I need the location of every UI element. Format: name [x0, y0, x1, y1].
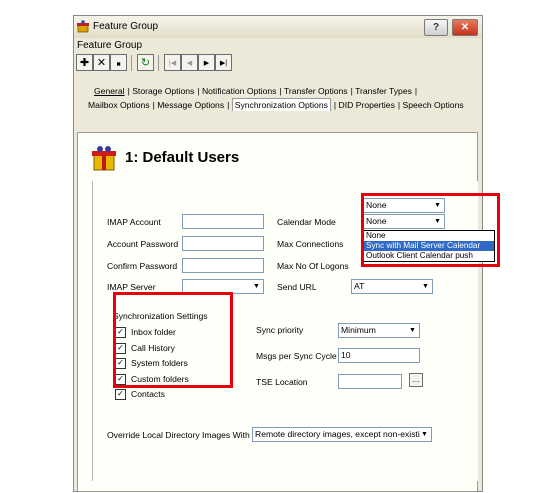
sync-priority-label: Sync priority: [256, 325, 304, 335]
close-button[interactable]: ✕: [452, 19, 478, 36]
title-bar[interactable]: Feature Group ? ✕: [74, 16, 482, 38]
calendar-mode-label: Calendar Mode: [277, 217, 336, 227]
app-icon: [77, 20, 89, 33]
tab-transfer-options[interactable]: Transfer Options: [284, 86, 348, 96]
imap-server-label: IMAP Server: [107, 282, 156, 292]
add-icon[interactable]: ✚: [76, 54, 93, 71]
max-logons-label: Max No Of Logons: [277, 261, 349, 271]
chevron-down-icon: ▼: [422, 283, 429, 290]
override-images-select[interactable]: Remote directory images, except non-exis…: [252, 427, 432, 442]
menu-label: Feature Group: [77, 40, 143, 51]
chevron-down-icon: ▼: [421, 431, 428, 438]
next-record-icon[interactable]: ▶: [198, 54, 215, 71]
contacts-label: Contacts: [131, 389, 165, 399]
window-title: Feature Group: [93, 21, 159, 32]
delete-icon[interactable]: ✕: [93, 54, 110, 71]
contacts-checkbox[interactable]: ✓: [115, 389, 126, 400]
chevron-down-icon: ▼: [253, 283, 260, 290]
toolbar-separator: [158, 55, 159, 71]
tse-location-label: TSE Location: [256, 377, 308, 387]
tab-storage-options[interactable]: Storage Options: [132, 86, 194, 96]
override-images-label: Override Local Directory Images With: [107, 430, 250, 440]
tab-did-properties[interactable]: DID Properties: [339, 100, 395, 110]
max-connections-label: Max Connections: [277, 239, 344, 249]
tab-message-options[interactable]: Message Options: [157, 100, 224, 110]
send-url-label: Send URL: [277, 282, 317, 292]
tse-location-input[interactable]: [338, 374, 402, 389]
help-button[interactable]: ?: [424, 19, 448, 36]
account-password-input[interactable]: [182, 236, 264, 251]
first-record-icon[interactable]: |◀: [164, 54, 181, 71]
confirm-password-input[interactable]: [182, 258, 264, 273]
tab-row-1: General | Storage Options | Notification O…: [94, 86, 418, 96]
sync-priority-select[interactable]: Minimum ▼: [338, 323, 420, 338]
toolbar-separator: [131, 55, 132, 71]
tab-notification-options[interactable]: Notification Options: [202, 86, 277, 96]
chevron-down-icon: ▼: [409, 327, 416, 334]
tab-mailbox-options[interactable]: Mailbox Options: [88, 100, 150, 110]
highlight-box-calendar: [361, 193, 500, 267]
browse-button[interactable]: ...: [409, 373, 423, 387]
tab-row-2: Mailbox Options | Message Options | Synchr…: [88, 98, 464, 111]
tab-synchronization-options[interactable]: Synchronization Options: [231, 98, 331, 111]
page-title: 1: Default Users: [125, 149, 240, 166]
refresh-icon[interactable]: ↻: [137, 54, 154, 71]
send-url-select[interactable]: AT ▼: [351, 279, 433, 294]
save-icon[interactable]: ▪: [110, 54, 127, 71]
highlight-box-sync: [113, 292, 233, 388]
tab-transfer-types[interactable]: Transfer Types: [355, 86, 412, 96]
confirm-password-label: Confirm Password: [107, 261, 178, 271]
msgs-per-cycle-input[interactable]: 10: [338, 348, 420, 363]
gift-users-icon: [92, 146, 116, 171]
account-password-label: Account Password: [107, 239, 179, 249]
imap-account-label: IMAP Account: [107, 217, 161, 227]
tab-general[interactable]: General: [94, 86, 125, 96]
prev-record-icon[interactable]: ◀: [181, 54, 198, 71]
tab-speech-options[interactable]: Speech Options: [403, 100, 464, 110]
imap-account-input[interactable]: [182, 214, 264, 229]
last-record-icon[interactable]: ▶|: [215, 54, 232, 71]
msgs-per-cycle-label: Msgs per Sync Cycle: [256, 351, 337, 361]
